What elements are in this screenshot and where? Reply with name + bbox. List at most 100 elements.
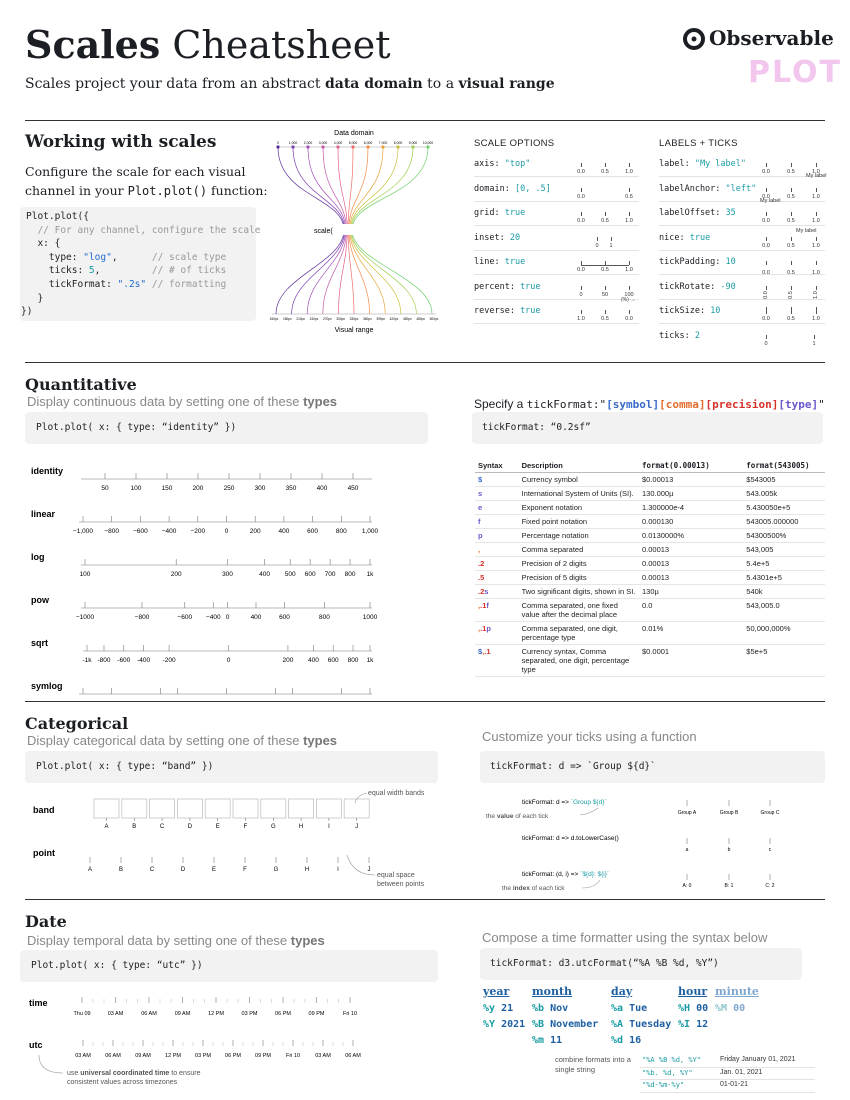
format-table-cell: Comma separated, one fixed value after t…	[518, 598, 639, 622]
time-directive-example: 12	[690, 1019, 709, 1030]
brand-name: Observable	[709, 26, 834, 50]
quant-tick-label: 150	[162, 485, 173, 492]
combine-note-1: combine formats into a	[555, 1055, 631, 1064]
mini-tick	[766, 334, 767, 339]
point-axis-name: point	[33, 848, 55, 858]
mini-tick	[611, 236, 612, 241]
format-table-cell: 543,005.0	[743, 598, 825, 622]
format-table-cell: Comma separated, one digit, percentage t…	[518, 621, 639, 645]
working-code-lines: Plot.plot({ // For any channel, configur…	[21, 210, 261, 319]
combo-format: "%A %B %d, %Y"	[642, 1056, 702, 1064]
mini-tick-label: 1.0	[812, 270, 820, 276]
format-table-cell: Fixed point notation	[518, 514, 639, 529]
point-tick-label: I	[337, 867, 339, 873]
format-table-cell: 130µ	[638, 584, 744, 599]
format-table-cell: ,	[475, 542, 519, 557]
range-tick-label: 450px	[403, 317, 412, 321]
combo-divider	[640, 1091, 815, 1093]
time-col-item: %a Tue	[611, 1003, 647, 1014]
mini-tick	[791, 212, 792, 216]
scale-options-title: SCALE OPTIONS	[474, 138, 555, 149]
format-table-row: $,.1 Currency syntax, Comma separated, on…	[475, 644, 825, 677]
band-tick-label: I	[328, 824, 330, 830]
quant-tick-label: 400	[317, 485, 328, 492]
quant-axis-name: identity	[31, 466, 63, 476]
time-tick-label: 09 PM	[309, 1011, 325, 1017]
mini-tick-label: 1.0	[812, 316, 820, 322]
combo-output: Jan. 01, 2021	[720, 1068, 763, 1076]
subtitle-bold-domain: data domain	[324, 76, 423, 92]
format-table-cell: s	[475, 486, 519, 501]
range-tick-label: 210px	[296, 317, 305, 321]
label-row-divider	[659, 225, 825, 226]
point-tick-label: H	[305, 867, 309, 873]
fn-tick-label: b	[728, 847, 731, 853]
band-rect	[316, 798, 342, 819]
time-col-head: minute	[715, 985, 759, 998]
page-title-bold: Scales	[25, 22, 161, 67]
code-line: // For any channel, configure the scale	[37, 224, 261, 236]
format-table-cell: $5e+5	[743, 644, 825, 677]
point-tick-label: F	[243, 867, 247, 873]
quant-tick-label: 200	[283, 657, 294, 664]
mini-tick-label: 0.0	[762, 218, 770, 224]
quant-tick-label: −800	[104, 528, 119, 535]
option-value: [0, .5]	[514, 183, 551, 194]
option-row-divider	[474, 323, 639, 324]
format-table-cell: Precision of 2 digits	[518, 556, 639, 571]
date-code: Plot.plot( x: { type: “utc” })	[20, 950, 438, 982]
format-table-cell: e	[475, 500, 519, 515]
format-table-head: Syntax Description format(0.00013) format(5…	[475, 459, 825, 473]
utc-tick-label: 03 AM	[315, 1053, 331, 1059]
format-table-cell: 0.000130	[638, 514, 744, 529]
page-title: Scales Cheatsheet	[25, 22, 391, 68]
combo-divider	[640, 1066, 815, 1068]
mini-axis-line	[581, 265, 629, 266]
categorical-axes: band A B C D E F G H I Jequal width bands point A B C D…	[33, 790, 425, 888]
mini-tick	[597, 236, 598, 241]
combo-format: "%b. %d, %Y"	[642, 1068, 693, 1077]
format-table-cell: Percentage notation	[518, 528, 639, 543]
time-directive-example: 00	[690, 1003, 709, 1014]
range-tick-label: 330px	[350, 317, 359, 321]
label-value: -90	[720, 281, 736, 292]
quant-axis-name: symlog	[31, 681, 63, 691]
utc-note-1: use universal coordinated time to ensure	[67, 1070, 201, 1077]
option-value: 20	[509, 232, 521, 243]
format-table-row: ,.1f Comma separated, one fixed value aft…	[475, 598, 825, 622]
band-rect	[93, 798, 120, 819]
time-col-item: %b Nov	[532, 1003, 568, 1014]
label-row: label: "My label"	[659, 159, 746, 169]
quant-tick-label: -1k	[82, 657, 92, 664]
combo-output: 01-01-21	[720, 1081, 749, 1088]
mini-tick	[581, 212, 582, 216]
fn-tick-label: Group A	[678, 810, 697, 816]
date-axes: time Thu 09 03 AM 06 AM 09 AM 12 PM 03 PM 06 PM…	[29, 997, 361, 1086]
fn-examples: tickFormat: d => `Group ${d}` the value o…	[486, 799, 780, 892]
mini-tick	[629, 261, 630, 265]
combo-divider	[640, 1079, 815, 1080]
mini-tick-label: 0.0	[577, 218, 585, 224]
band-rect	[149, 798, 175, 819]
option-key: reverse:	[474, 306, 521, 316]
fn-tick-label: Group B	[720, 810, 739, 816]
label-key: tickRotate:	[659, 281, 721, 292]
mini-tick	[629, 285, 630, 290]
format-code: tickFormat: “0.2sf”	[472, 412, 823, 444]
combine-note: combine formats into a single string	[555, 1055, 631, 1075]
band-rect	[260, 798, 287, 819]
band-tick-label: B	[132, 824, 136, 830]
mini-tick-label: 0.5	[788, 290, 794, 299]
quant-tick-label: 1000	[363, 614, 378, 621]
format-title-code: tickFormat:"	[526, 398, 607, 411]
mini-tick-label: 1.0	[577, 316, 585, 322]
divider	[25, 120, 825, 121]
axis-label-example: My label	[760, 197, 781, 204]
range-tick-label: 480px	[416, 317, 425, 321]
working-desc-2: channel in your Plot.plot() function:	[25, 183, 268, 198]
scale-function-label: scale(	[314, 228, 333, 235]
format-table-cell: Precision of 5 digits	[518, 570, 639, 585]
cat-subtitle: Display categorical data by setting one …	[27, 733, 337, 748]
time-directive: %M	[715, 1003, 728, 1014]
mini-tick	[629, 310, 630, 314]
